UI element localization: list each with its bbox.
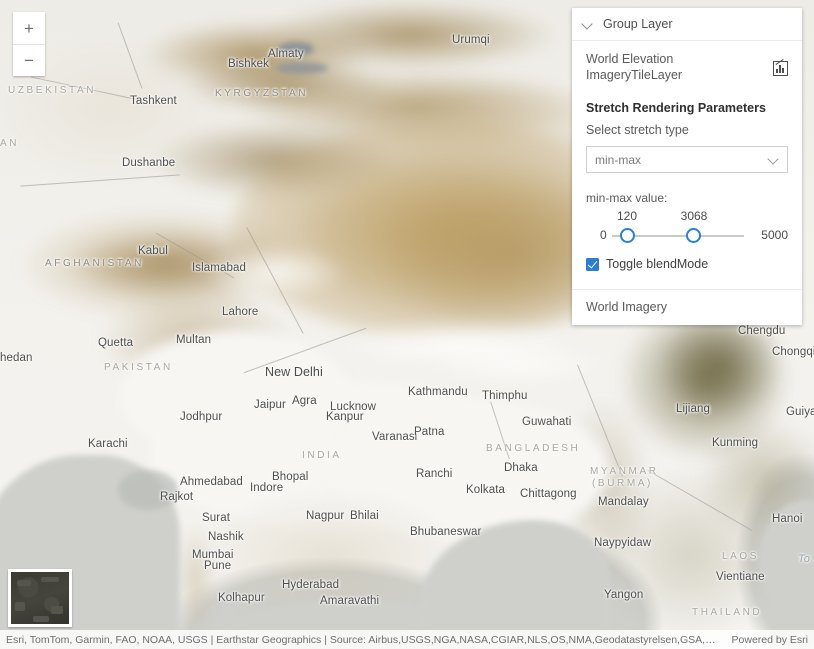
toggle-blendmode-checkbox[interactable] [586,257,599,271]
map-label: Islamabad [192,262,246,274]
map-label: Quetta [98,337,134,349]
map-label: Kabul [138,245,168,257]
slider-low-value: 120 [616,209,638,223]
zoom-controls: + − [13,12,45,76]
min-max-slider[interactable]: 0 5000 120 3068 [586,207,788,251]
map-label: Surat [202,512,230,524]
map-label: Ahmedabad [180,476,243,488]
group-layer-header[interactable]: Group Layer [572,8,802,41]
map-label: Indore [250,482,284,494]
map-label: Amaravathi [320,595,380,607]
slider-handle-high[interactable] [686,228,701,243]
map-label: BANGLADESH [486,443,581,454]
map-label: AN [0,138,20,149]
map-label: Mandalay [598,496,649,508]
map-label: Hanoi [772,513,803,525]
map-label: Nagpur [306,510,345,522]
toggle-blendmode-label: Toggle blendMode [606,257,709,271]
map-label: Nashik [208,531,244,543]
map-label: LAOS [722,551,760,562]
map-label: To [798,553,811,565]
map-label: Pune [204,560,232,572]
layer-type: ImageryTileLayer [586,68,683,82]
slider-min-label: 0 [600,228,607,242]
map-label: AFGHANISTAN [45,258,144,269]
powered-by-esri[interactable]: Powered by Esri [720,634,808,646]
map-label: Varanasi [372,431,418,443]
map-label: Multan [176,334,212,346]
map-label: MYANMAR [590,466,659,477]
stretch-rendering-heading: Stretch Rendering Parameters [586,101,766,115]
map-label: THAILAND [692,607,763,618]
map-label: Jaipur [254,399,286,411]
map-label: UZBEKISTAN [8,85,97,96]
panel-body: World Elevation ImageryTileLayer Stretch… [572,41,802,289]
map-label: Lahore [222,306,259,318]
zoom-out-button[interactable]: − [13,44,45,76]
map-label: Bishkek [228,58,269,70]
map-label: Karachi [88,438,128,450]
map-label: Dushanbe [122,157,176,169]
slider-max-label: 5000 [761,228,788,242]
map-label: New Delhi [265,365,323,379]
slider-handle-low[interactable] [620,228,635,243]
toggle-blendmode-row[interactable]: Toggle blendMode [586,257,788,271]
select-stretch-type-label: Select stretch type [586,123,689,137]
map-label: Kathmandu [408,386,468,398]
group-layer-title: Group Layer [603,17,673,31]
map-label: hedan [0,352,33,364]
map-label: PAKISTAN [104,362,173,373]
zoom-in-button[interactable]: + [13,12,45,44]
map-label: Bhilai [350,510,379,522]
layer-settings-panel: Group Layer World Elevation ImageryTileL… [572,8,802,325]
map-label: Lijiang [676,403,710,415]
map-label: (BURMA) [592,478,653,489]
map-label: Tashkent [130,95,177,107]
attribution-bar: Esri, TomTom, Garmin, FAO, NOAA, USGS | … [0,630,814,649]
chevron-down-icon [769,155,779,165]
world-imagery-layer-item[interactable]: World Imagery [572,289,802,325]
chevron-down-icon [582,19,593,30]
map-label: Kolhapur [218,592,265,604]
basemap-toggle-button[interactable] [8,569,72,627]
map-label: Hyderabad [282,579,340,591]
attribution-text[interactable]: Esri, TomTom, Garmin, FAO, NOAA, USGS | … [6,634,720,646]
map-label: Urumqi [452,34,490,46]
map-label: Patna [414,426,445,438]
map-label: Almaty [268,48,304,60]
zoom-in-icon: + [24,18,34,38]
min-max-value-label: min-max value: [586,191,668,205]
map-label: Kunming [712,437,759,449]
map-application: UZBEKISTAN AN Tashkent Bishkek Almaty KYRGYZS… [0,0,814,649]
map-label: Agra [292,395,317,407]
layer-title: World Elevation [586,52,674,66]
map-label: Chengdu [738,325,786,337]
map-label: Rajkot [160,491,194,503]
map-label: KYRGYZSTAN [215,88,309,99]
map-label: Naypyidaw [594,537,652,549]
map-label: INDIA [302,450,342,461]
map-label: Thimphu [482,390,528,402]
map-label: Bhubaneswar [410,526,482,538]
map-label: Guwahati [522,416,572,428]
stretch-type-select[interactable]: min-max [586,146,788,173]
map-label: Ranchi [416,468,453,480]
map-label: Guiyang [786,406,814,418]
stretch-type-value: min-max [595,152,642,167]
map-label: Kanpur [326,411,364,423]
basemap-thumbnail [11,572,69,624]
map-label: Jodhpur [180,411,223,423]
map-label: Vientiane [716,571,765,583]
world-imagery-label: World Imagery [586,300,668,314]
map-label: Chongqing [772,346,814,358]
layer-names: World Elevation ImageryTileLayer [586,51,682,83]
histogram-icon[interactable] [773,58,788,76]
slider-high-value: 3068 [680,209,708,223]
layer-info-row: World Elevation ImageryTileLayer [586,51,788,83]
zoom-out-icon: − [24,51,34,70]
map-label: Yangon [604,589,644,601]
map-label: Kolkata [466,484,506,496]
map-label: Chittagong [520,488,577,500]
map-label: Dhaka [504,462,538,474]
